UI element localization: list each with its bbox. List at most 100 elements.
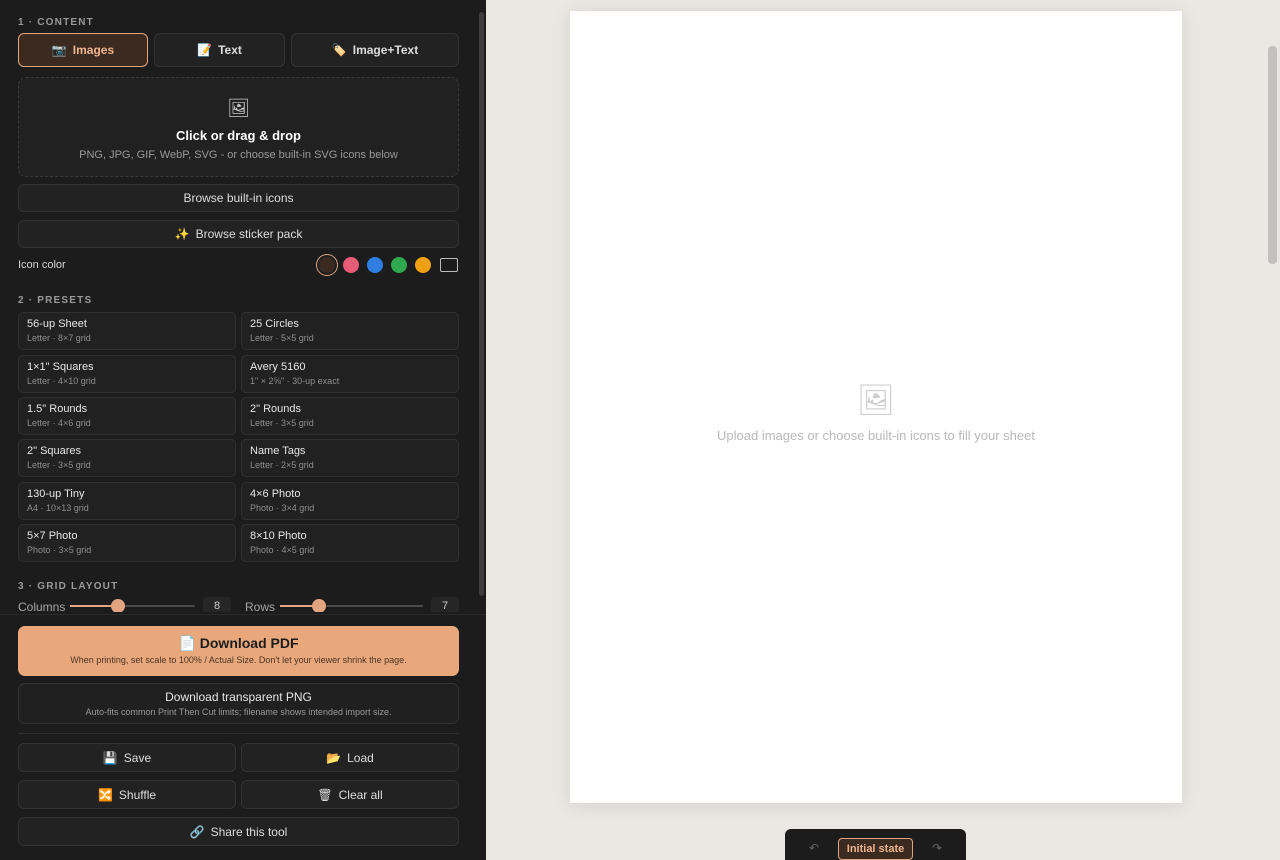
empty-state-text: Upload images or choose built-in icons t… <box>717 428 1035 443</box>
preset-sub: Letter · 4×6 grid <box>27 418 91 428</box>
preset-name: 2" Rounds <box>250 403 301 415</box>
download-pdf-button[interactable]: 📄 Download PDF When printing, set scale … <box>18 626 459 676</box>
trash-icon: 🗑 <box>317 787 333 802</box>
color-swatch-pink[interactable] <box>343 257 359 273</box>
camera-icon: 📷 <box>51 43 67 57</box>
preset-name: 2" Squares <box>27 445 82 457</box>
rows-label: Rows <box>245 600 276 612</box>
share-button[interactable]: 🔗 Share this tool <box>18 817 459 846</box>
preset-name: Avery 5160 <box>250 361 306 373</box>
section-title-grid: 3 · GRID LAYOUT <box>18 581 119 592</box>
preset-name: Name Tags <box>250 445 306 457</box>
color-swatch-blue[interactable] <box>367 257 383 273</box>
preset-sub: Letter · 2×5 grid <box>250 460 314 470</box>
section-title-content: 1 · CONTENT <box>18 17 94 28</box>
color-swatch-orange[interactable] <box>415 257 431 273</box>
preset-name: 25 Circles <box>250 318 299 330</box>
preset-130-up-tiny[interactable]: 130-up Tiny A4 · 10×13 grid <box>18 482 236 520</box>
preset-sub: Photo · 3×4 grid <box>250 503 315 513</box>
preset-name: 56-up Sheet <box>27 318 87 330</box>
browse-icons-label: Browse built-in icons <box>183 191 294 205</box>
document-icon: 📝 <box>197 43 213 57</box>
color-swatch-green[interactable] <box>391 257 407 273</box>
preset-sub: Letter · 3×5 grid <box>250 418 314 428</box>
preset-sub: Letter · 3×5 grid <box>27 460 91 470</box>
link-icon: 🔗 <box>189 824 205 839</box>
preset-8x10-photo[interactable]: 8×10 Photo Photo · 4×5 grid <box>241 524 459 562</box>
preset-name: 8×10 Photo <box>250 530 307 542</box>
preset-56-up-sheet[interactable]: 56-up Sheet Letter · 8×7 grid <box>18 312 236 350</box>
shuffle-label: Shuffle <box>118 787 157 802</box>
image-placeholder-icon: 🖼 <box>856 384 896 417</box>
tab-text-label: Text <box>218 43 242 57</box>
preset-sub: A4 · 10×13 grid <box>27 503 89 513</box>
browse-stickers-button[interactable]: ✨ Browse sticker pack <box>18 220 459 248</box>
rows-value[interactable]: 7 <box>431 597 459 612</box>
save-button[interactable]: 💾 Save <box>18 743 236 772</box>
columns-label: Columns <box>18 600 66 612</box>
folder-icon: 📂 <box>326 750 342 765</box>
image-icon: 🖼 <box>227 98 250 118</box>
download-pdf-title-row: 📄 Download PDF <box>18 635 459 652</box>
sidebar-scrollbar-thumb[interactable] <box>479 12 484 596</box>
download-png-label: Download transparent PNG <box>165 690 312 704</box>
history-bar: ↶ Initial state ↷ <box>785 829 966 860</box>
preview-sheet[interactable]: 🖼 Upload images or choose built-in icons… <box>570 11 1182 803</box>
dropzone-subtitle: PNG, JPG, GIF, WebP, SVG - or choose bui… <box>79 149 398 161</box>
preset-name: 5×7 Photo <box>27 530 78 542</box>
tab-image-text-label: Image+Text <box>352 43 419 57</box>
download-png-button[interactable]: Download transparent PNG Auto-fits commo… <box>18 683 459 724</box>
preset-25-circles[interactable]: 25 Circles Letter · 5×5 grid <box>241 312 459 350</box>
dropzone-title: Click or drag & drop <box>176 128 301 143</box>
columns-slider-thumb[interactable] <box>111 599 125 612</box>
preset-5x7-photo[interactable]: 5×7 Photo Photo · 3×5 grid <box>18 524 236 562</box>
tab-images-label: Images <box>72 43 115 57</box>
load-button[interactable]: 📂 Load <box>241 743 459 772</box>
clear-all-label: Clear all <box>338 787 383 802</box>
preset-sub: 1" × 2⅝" · 30-up exact <box>250 376 340 386</box>
preset-name: 1×1" Squares <box>27 361 94 373</box>
preset-2-squares[interactable]: 2" Squares Letter · 3×5 grid <box>18 439 236 477</box>
preset-1-5-rounds[interactable]: 1.5" Rounds Letter · 4×6 grid <box>18 397 236 435</box>
shuffle-button[interactable]: 🔀 Shuffle <box>18 780 236 809</box>
floppy-icon: 💾 <box>102 750 118 765</box>
history-state-badge[interactable]: Initial state <box>838 838 913 860</box>
download-pdf-label: Download PDF <box>199 635 299 651</box>
preset-2-rounds[interactable]: 2" Rounds Letter · 3×5 grid <box>241 397 459 435</box>
columns-value[interactable]: 8 <box>203 597 231 612</box>
sparkle-icon: ✨ <box>174 227 190 241</box>
upload-dropzone[interactable]: 🖼 Click or drag & drop PNG, JPG, GIF, We… <box>18 77 459 177</box>
preset-name: 1.5" Rounds <box>27 403 88 415</box>
preset-sub: Letter · 5×5 grid <box>250 333 314 343</box>
tab-text[interactable]: 📝 Text <box>154 33 285 67</box>
divider <box>18 733 459 734</box>
shuffle-icon: 🔀 <box>97 787 113 802</box>
preset-sub: Photo · 4×5 grid <box>250 545 315 555</box>
color-swatch-brown[interactable] <box>319 257 335 273</box>
preset-name-tags[interactable]: Name Tags Letter · 2×5 grid <box>241 439 459 477</box>
sidebar-scroll-area[interactable]: 1 · CONTENT 📷 Images 📝 Text 🏷️ Image+Tex… <box>0 0 486 612</box>
tag-icon: 🏷️ <box>331 43 347 57</box>
save-label: Save <box>123 750 152 765</box>
redo-icon[interactable]: ↷ <box>932 841 942 855</box>
preset-4x6-photo[interactable]: 4×6 Photo Photo · 3×4 grid <box>241 482 459 520</box>
icon-color-label: Icon color <box>18 259 66 271</box>
browse-icons-button[interactable]: Browse built-in icons <box>18 184 459 212</box>
tab-image-text[interactable]: 🏷️ Image+Text <box>291 33 459 67</box>
rows-slider-thumb[interactable] <box>312 599 326 612</box>
color-swatch-custom[interactable] <box>440 258 458 272</box>
preset-sub: Letter · 4×10 grid <box>27 376 96 386</box>
download-pdf-hint: When printing, set scale to 100% / Actua… <box>70 655 407 665</box>
preset-1x1-squares[interactable]: 1×1" Squares Letter · 4×10 grid <box>18 355 236 393</box>
load-label: Load <box>347 750 374 765</box>
download-png-hint: Auto-fits common Print Then Cut limits; … <box>85 707 392 717</box>
preset-sub: Photo · 3×5 grid <box>27 545 92 555</box>
page-scrollbar-thumb[interactable] <box>1268 46 1277 264</box>
preset-avery-5160[interactable]: Avery 5160 1" × 2⅝" · 30-up exact <box>241 355 459 393</box>
tab-images[interactable]: 📷 Images <box>18 33 148 67</box>
share-label: Share this tool <box>210 824 288 839</box>
pdf-icon: 📄 <box>178 635 196 651</box>
preset-name: 130-up Tiny <box>27 488 85 500</box>
undo-icon[interactable]: ↶ <box>809 841 819 855</box>
clear-all-button[interactable]: 🗑 Clear all <box>241 780 459 809</box>
